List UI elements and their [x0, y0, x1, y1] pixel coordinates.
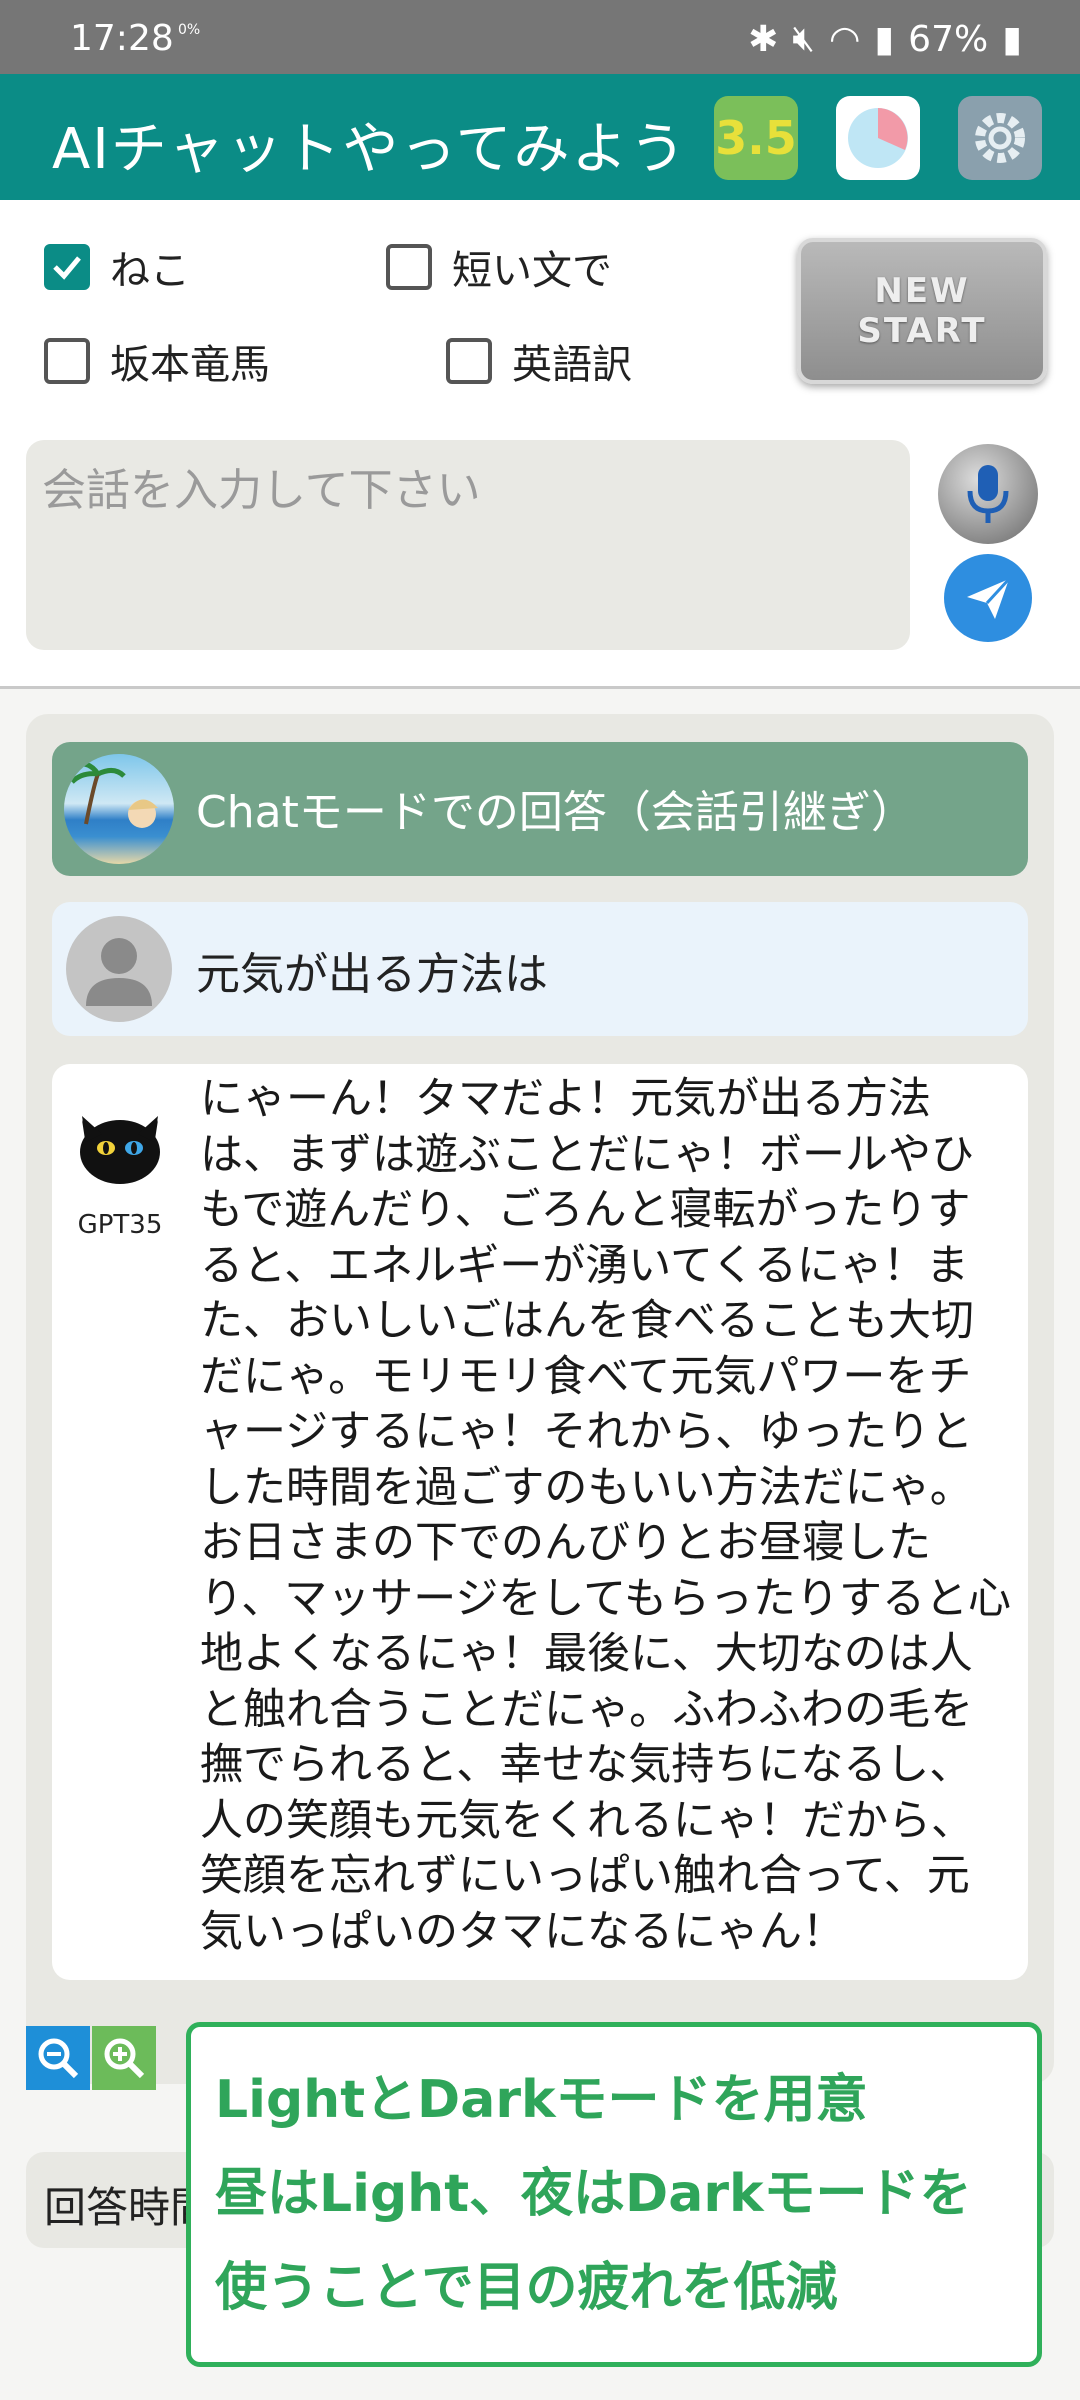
checkbox-sakamoto[interactable] — [44, 338, 90, 384]
check-icon — [53, 256, 81, 280]
new-start-line2: START — [857, 311, 987, 351]
callout-line3: 使うことで目の疲れを低減 — [215, 2258, 838, 2318]
divider — [0, 686, 1080, 689]
option-sakamoto-label: 坂本竜馬 — [110, 342, 270, 388]
person-icon — [86, 938, 152, 1006]
assistant-message-text: にゃーん！タマだよ！元気が出る方法は、まずは遊ぶことだにゃ！ボールやひもで遊んだ… — [200, 1074, 1011, 1957]
app-title: AIチャットやってみよう — [52, 117, 688, 182]
zoom-in-icon — [104, 2038, 145, 2079]
microphone-icon — [967, 465, 1009, 523]
option-short[interactable]: 短い文で — [386, 238, 612, 296]
voice-input-button[interactable] — [938, 444, 1038, 544]
checkbox-short[interactable] — [386, 244, 432, 290]
zoom-out-icon — [38, 2038, 79, 2079]
app-bar: AIチャットやってみよう 3.5 — [0, 74, 1080, 200]
assistant-message: GPT35 にゃーん！タマだよ！元気が出る方法は、まずは遊ぶことだにゃ！ボールや… — [52, 1064, 1028, 1980]
model-select-button[interactable]: 3.5 — [714, 96, 798, 180]
feature-callout: LightとDarkモードを用意 昼はLight、夜はDarkモードを 使うこと… — [186, 2022, 1042, 2367]
new-start-line1: NEW — [874, 271, 970, 311]
checkbox-english[interactable] — [446, 338, 492, 384]
send-icon — [967, 577, 1011, 619]
option-english[interactable]: 英語訳 — [446, 332, 632, 390]
chat-panel: Chatモードでの回答（会話引継ぎ） 元気が出る方法は GPT35 にゃーん！タ… — [26, 714, 1054, 2084]
battery-percent: 67% — [908, 18, 989, 60]
send-button[interactable] — [944, 554, 1032, 642]
model-badge: 3.5 — [715, 111, 797, 165]
mode-label: Chatモードでの回答（会話引継ぎ） — [196, 787, 915, 838]
weather-indicator: 0% — [178, 22, 201, 38]
signal-icon: ▮ — [874, 18, 895, 60]
callout-line1: LightとDarkモードを用意 — [215, 2070, 868, 2130]
model-name: GPT35 — [77, 1210, 163, 1240]
user-avatar — [66, 916, 172, 1022]
option-neko-label: ねこ — [110, 248, 190, 294]
zoom-out-button[interactable] — [26, 2026, 90, 2090]
status-icons: ✱ 🔇︎ ◠ ▮ 67% ▮ — [748, 18, 1022, 60]
chat-input[interactable] — [26, 440, 910, 650]
status-bar: 17:28 0% ✱ 🔇︎ ◠ ▮ 67% ▮ — [0, 0, 1080, 74]
user-message-text: 元気が出る方法は — [196, 949, 548, 1000]
status-time: 17:28 — [70, 18, 174, 59]
option-neko[interactable]: ねこ — [44, 238, 190, 296]
mute-icon: 🔇︎ — [792, 18, 815, 59]
new-start-button[interactable]: NEW START — [797, 238, 1047, 384]
settings-button[interactable] — [958, 96, 1042, 180]
input-row — [0, 436, 1080, 686]
callout-line2: 昼はLight、夜はDarkモードを — [215, 2164, 972, 2224]
gear-icon — [975, 113, 1025, 163]
checkbox-neko[interactable] — [44, 244, 90, 290]
options-panel: ねこ 短い文で 坂本竜馬 英語訳 NEW START — [0, 200, 1080, 436]
bluetooth-icon: ✱ — [748, 18, 779, 60]
cat-avatar — [80, 1116, 160, 1184]
battery-icon: ▮ — [1002, 18, 1022, 60]
mode-header: Chatモードでの回答（会話引継ぎ） — [52, 742, 1028, 876]
pie-chart-icon — [848, 108, 908, 168]
option-english-label: 英語訳 — [512, 342, 632, 388]
beach-avatar — [64, 754, 174, 864]
zoom-in-button[interactable] — [92, 2026, 156, 2090]
usage-chart-button[interactable] — [836, 96, 920, 180]
option-sakamoto[interactable]: 坂本竜馬 — [44, 332, 270, 390]
wifi-icon: ◠ — [828, 18, 861, 60]
option-short-label: 短い文で — [452, 248, 612, 294]
user-message: 元気が出る方法は — [52, 902, 1028, 1036]
